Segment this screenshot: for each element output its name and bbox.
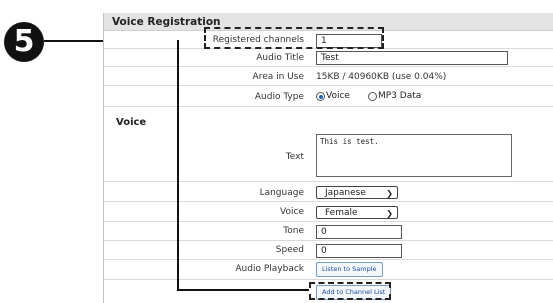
row-audio-type: Audio Type Voice MP3 Data bbox=[104, 86, 553, 106]
row-audio-playback: Audio Playback Listen to Sample bbox=[104, 260, 553, 280]
audio-type-label: Audio Type bbox=[254, 92, 304, 102]
voice-value: Female bbox=[325, 208, 358, 218]
audio-title-input[interactable]: Test bbox=[316, 51, 508, 65]
voice-select[interactable]: Female ❯ bbox=[316, 206, 398, 219]
highlight-add-button bbox=[309, 282, 391, 300]
row-audio-title: Audio Title Test bbox=[104, 49, 553, 67]
voice-label: Voice bbox=[280, 207, 304, 217]
row-tone: Tone 0 bbox=[104, 222, 553, 241]
language-value: Japanese bbox=[325, 188, 366, 198]
audio-title-label: Audio Title bbox=[256, 53, 304, 63]
row-voice: Voice Female ❯ bbox=[104, 202, 553, 222]
radio-mp3-data[interactable] bbox=[368, 92, 377, 101]
speed-input[interactable]: 0 bbox=[316, 244, 402, 258]
area-in-use-value: 15KB / 40960KB (use 0.04%) bbox=[316, 72, 447, 82]
row-area-in-use: Area in Use 15KB / 40960KB (use 0.04%) bbox=[104, 67, 553, 86]
tone-input[interactable]: 0 bbox=[316, 225, 402, 239]
area-in-use-label: Area in Use bbox=[252, 72, 304, 82]
row-speed: Speed 0 bbox=[104, 241, 553, 260]
text-area[interactable]: This is test. bbox=[316, 134, 512, 177]
speed-label: Speed bbox=[275, 245, 304, 255]
language-select[interactable]: Japanese ❯ bbox=[316, 186, 398, 199]
audio-playback-label: Audio Playback bbox=[235, 264, 304, 274]
step-number-badge: 5 bbox=[4, 22, 44, 62]
chevron-down-icon: ❯ bbox=[386, 189, 393, 198]
row-language: Language Japanese ❯ bbox=[104, 183, 553, 202]
callout-line-vertical bbox=[177, 40, 179, 291]
highlight-registered-channels bbox=[204, 27, 384, 49]
callout-line-horizontal bbox=[177, 289, 309, 291]
voice-section-title: Voice bbox=[116, 117, 147, 128]
voice-registration-panel: Voice Registration Registered channels 1… bbox=[103, 13, 553, 303]
text-label: Text bbox=[285, 152, 304, 162]
tone-label: Tone bbox=[283, 226, 304, 236]
radio-voice[interactable] bbox=[316, 92, 325, 101]
listen-to-sample-button[interactable]: Listen to Sample bbox=[316, 262, 383, 277]
radio-mp3-data-label: MP3 Data bbox=[378, 91, 422, 101]
language-label: Language bbox=[259, 188, 304, 198]
chevron-down-icon: ❯ bbox=[386, 209, 393, 218]
audio-type-radio-group: Voice MP3 Data bbox=[316, 89, 516, 103]
radio-voice-label: Voice bbox=[326, 91, 350, 101]
